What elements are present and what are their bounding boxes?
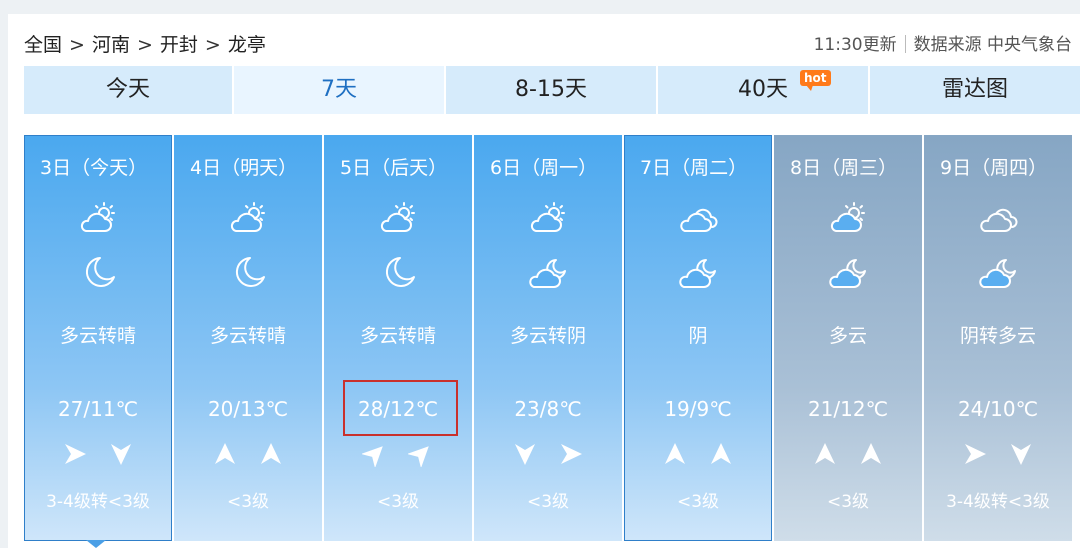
daily-forecast: 3日（今天） 多云转晴 27/11℃ 3-4级转<3级 4日（明天） 多云转晴 20/13… [24,135,1080,541]
day-card[interactable]: 9日（周四） 阴转多云 24/10℃ 3-4级转<3级 [924,135,1072,541]
north-arrow-icon [665,443,685,464]
wind-level: <3级 [226,492,270,512]
data-source: 数据来源 中央气象台 [913,35,1072,55]
partly-cloudy-night-icon [528,255,568,291]
wind-level: 3-4级转<3级 [46,492,150,512]
weather-desc: 多云转晴 [359,325,436,347]
weather-desc: 阴 [688,325,708,347]
breadcrumb: 全国 > 河南 > 开封 > 龙亭 [24,30,266,60]
breadcrumb-separator: > [69,34,85,56]
weather-desc: 多云 [828,325,867,347]
breadcrumb-city[interactable]: 开封 [160,30,198,60]
breadcrumb-separator: > [204,34,221,56]
weather-desc: 多云转阴 [509,325,586,347]
tab-label: 7天 [321,77,357,102]
tab-label: 40天 [738,77,788,102]
wind-direction [624,441,772,469]
breadcrumb-province[interactable]: 河南 [92,30,130,60]
partly-cloudy-night-icon [828,255,868,291]
tab-label: 8-15天 [515,77,587,102]
wind-level: <3级 [526,492,570,512]
wind-level: <3级 [676,492,720,512]
north-arrow-icon [815,443,835,464]
partly-cloudy-day-icon [228,200,268,236]
northeast-arrow-icon [360,446,383,469]
wind-direction [24,441,172,469]
north-arrow-icon [261,443,281,464]
north-arrow-icon [861,443,881,464]
weather-desc: 多云转晴 [209,325,286,347]
partly-cloudy-day-icon [828,200,868,236]
northeast-arrow-icon [406,446,429,469]
day-card[interactable]: 5日（后天） 多云转晴 28/12℃ <3级 [324,135,472,541]
tab-radar[interactable]: 雷达图 [870,66,1080,114]
breadcrumb-separator: > [136,34,153,56]
day-card[interactable]: 3日（今天） 多云转晴 27/11℃ 3-4级转<3级 [24,135,172,541]
north-arrow-icon [215,443,235,464]
east-arrow-icon [65,444,86,464]
temperature: 23/8℃ [514,397,582,421]
east-arrow-icon [965,444,986,464]
overcast-icon [678,200,718,236]
update-time: 11:30更新 [813,35,897,55]
overcast-icon [978,200,1018,236]
wind-level: <3级 [376,492,420,512]
meta-divider [904,35,906,53]
breadcrumb-district: 龙亭 [227,34,266,56]
tab-label: 今天 [105,77,150,102]
update-meta: 11:30更新 数据来源 中央气象台 [814,30,1072,60]
day-date: 4日（明天） [190,157,298,179]
day-date: 7日（周二） [640,157,748,179]
weather-desc: 阴转多云 [959,325,1036,347]
wind-level: 3-4级转<3级 [946,492,1050,512]
temperature: 19/9℃ [664,397,732,421]
day-date: 5日（后天） [340,157,448,179]
wind-level: <3级 [826,492,870,512]
weather-desc: 多云转晴 [59,325,136,347]
tab-today[interactable]: 今天 [24,66,232,114]
moon-icon [228,255,268,291]
south-arrow-icon [515,444,535,465]
moon-icon [378,255,418,291]
wind-direction [924,441,1072,469]
selected-day-caret [86,540,106,548]
day-card[interactable]: 7日（周二） 阴 19/9℃ <3级 [624,135,772,541]
partly-cloudy-night-icon [678,255,718,291]
temperature: 27/11℃ [57,397,139,421]
forecast-tabs: 今天 7天 8-15天 40天 hot 雷达图 [24,66,1080,114]
wind-direction [774,441,922,469]
moon-icon [78,255,118,291]
tab-40-days[interactable]: 40天 hot [658,66,868,114]
partly-cloudy-day-icon [78,200,118,236]
day-date: 3日（今天） [40,157,148,179]
south-arrow-icon [111,444,131,465]
day-date: 8日（周三） [790,157,898,179]
day-date: 6日（周一） [490,157,598,179]
south-arrow-icon [1011,444,1031,465]
partly-cloudy-day-icon [378,200,418,236]
day-card[interactable]: 8日（周三） 多云 21/12℃ <3级 [774,135,922,541]
day-date: 9日（周四） [940,157,1048,179]
wind-direction [474,441,622,469]
tab-8-15-days[interactable]: 8-15天 [446,66,656,114]
hot-badge: hot [800,70,831,91]
wind-direction [174,441,322,469]
temperature: 21/12℃ [807,397,889,421]
day-card[interactable]: 4日（明天） 多云转晴 20/13℃ <3级 [174,135,322,541]
day-card[interactable]: 6日（周一） 多云转阴 23/8℃ <3级 [474,135,622,541]
tab-label: 雷达图 [941,77,1008,102]
north-arrow-icon [711,443,731,464]
wind-direction [324,441,472,469]
temperature: 24/10℃ [957,397,1039,421]
tab-7-days[interactable]: 7天 [234,66,444,114]
breadcrumb-country[interactable]: 全国 [24,30,62,60]
east-arrow-icon [561,444,582,464]
partly-cloudy-night-icon [978,255,1018,291]
partly-cloudy-day-icon [528,200,568,236]
temperature: 20/13℃ [207,397,289,421]
temperature: 28/12℃ [357,397,439,421]
